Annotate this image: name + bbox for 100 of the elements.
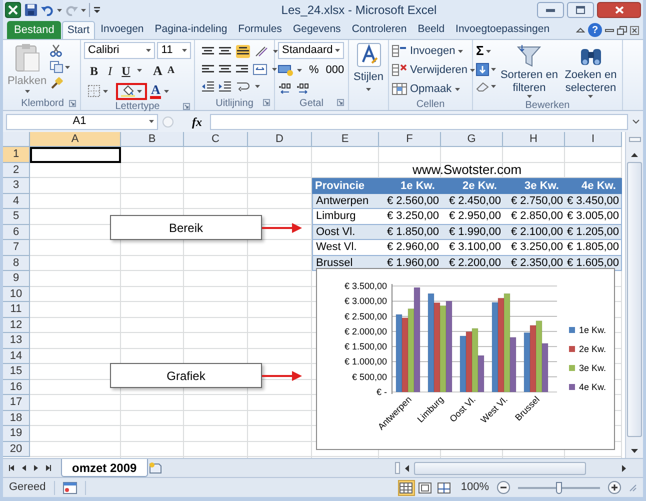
- ribbon-tab[interactable]: Formules: [233, 21, 287, 39]
- sort-filter-button[interactable]: Sorteren en filteren: [500, 43, 558, 98]
- status-text: Gereed: [9, 480, 46, 496]
- group-label: Getal: [300, 96, 324, 110]
- group-label: Uitlijning: [216, 96, 254, 110]
- ribbon-tab[interactable]: Controleren: [346, 21, 412, 39]
- axis-label: € 2.000,00: [344, 326, 387, 336]
- number-format-dropdown[interactable]: Standaard: [278, 42, 344, 59]
- autosum-button[interactable]: Σ: [476, 44, 484, 58]
- table-cell: € 2.750,00: [503, 194, 565, 209]
- row-header[interactable]: 4: [3, 194, 30, 209]
- row-header[interactable]: 11: [3, 302, 30, 318]
- row-header[interactable]: 9: [3, 271, 30, 286]
- sheet-tab[interactable]: omzet 2009: [61, 459, 148, 477]
- cells-menu-button[interactable]: Invoegen: [392, 43, 469, 59]
- group-label: Lettertype: [115, 100, 160, 114]
- name-box[interactable]: A1: [6, 114, 158, 130]
- ribbon-tab[interactable]: Invoegen: [96, 21, 149, 39]
- ribbon-tab[interactable]: Beeld: [412, 21, 450, 39]
- table-header-cell: Provincie: [312, 178, 379, 194]
- row-header[interactable]: 10: [3, 286, 30, 302]
- legend-label: 4e Kw.: [579, 382, 606, 392]
- row-header[interactable]: 18: [3, 410, 30, 426]
- row-header[interactable]: 17: [3, 395, 30, 410]
- axis-label: € 1.000,00: [344, 356, 387, 367]
- row-header[interactable]: 19: [3, 426, 30, 442]
- column-header[interactable]: I: [565, 132, 622, 147]
- column-header[interactable]: B: [121, 132, 184, 147]
- callout-box: Bereik: [110, 215, 262, 240]
- thousands-button[interactable]: 000: [326, 62, 344, 78]
- column-header[interactable]: E: [312, 132, 379, 147]
- row-header[interactable]: 2: [3, 162, 30, 178]
- ribbon-tab[interactable]: Invoegtoepassingen: [450, 21, 555, 39]
- legend-label: 1e Kw.: [579, 325, 606, 335]
- column-header[interactable]: D: [248, 132, 312, 147]
- column-header[interactable]: C: [184, 132, 248, 147]
- table-header-cell: 3e Kw.: [503, 178, 565, 194]
- row-header[interactable]: 13: [3, 333, 30, 348]
- table-cell: € 2.450,00: [441, 194, 503, 209]
- shrink-font-button[interactable]: A: [167, 63, 175, 78]
- table-cell: € 2.950,00: [441, 209, 503, 224]
- group-label: Cellen: [416, 98, 445, 112]
- table-header-cell: 4e Kw.: [565, 178, 622, 194]
- table-header-cell: 2e Kw.: [441, 178, 503, 194]
- table-cell: Antwerpen: [312, 194, 379, 209]
- axis-label: € 3.500,00: [344, 281, 387, 291]
- column-header[interactable]: F: [379, 132, 441, 147]
- row-header[interactable]: 6: [3, 224, 30, 240]
- bold-button[interactable]: B: [88, 62, 100, 80]
- row-header[interactable]: 14: [3, 348, 30, 364]
- table-cell: West Vl.: [312, 240, 379, 256]
- legend-label: 3e Kw.: [579, 363, 606, 373]
- italic-button[interactable]: I: [105, 62, 115, 80]
- find-select-button[interactable]: Zoeken en selecteren: [562, 43, 619, 98]
- styles-button[interactable]: Stijlen: [352, 40, 385, 90]
- column-header[interactable]: A: [30, 132, 121, 147]
- row-header[interactable]: 12: [3, 318, 30, 333]
- column-header[interactable]: G: [441, 132, 503, 147]
- help-button[interactable]: ?: [588, 23, 602, 37]
- axis-label: € 2.500,00: [344, 311, 387, 322]
- zoom-level: 100%: [460, 480, 489, 496]
- axis-label: € 1.500,00: [344, 342, 387, 352]
- row-header[interactable]: 7: [3, 240, 30, 256]
- row-header[interactable]: 3: [3, 178, 30, 194]
- axis-label: € -: [376, 387, 387, 397]
- row-header[interactable]: 20: [3, 442, 30, 457]
- font-size-dropdown[interactable]: 11: [157, 42, 191, 59]
- legend-label: 2e Kw.: [579, 344, 606, 354]
- row-header[interactable]: 8: [3, 256, 30, 271]
- table-cell: € 3.005,00: [565, 209, 622, 224]
- table-cell: € 1.990,00: [441, 224, 503, 240]
- column-header[interactable]: H: [503, 132, 565, 147]
- percent-button[interactable]: %: [309, 62, 319, 78]
- ribbon-tab[interactable]: Pagina-indeling: [150, 21, 232, 39]
- row-header[interactable]: 15: [3, 364, 30, 380]
- cells-menu-button[interactable]: Opmaak: [392, 81, 469, 97]
- insert-function-button[interactable]: fx: [192, 112, 202, 130]
- group-label: Bewerken: [525, 98, 570, 112]
- ribbon-tab[interactable]: Start: [62, 21, 95, 39]
- cells-menu-button[interactable]: Verwijderen: [392, 62, 469, 78]
- row-header[interactable]: 16: [3, 380, 30, 395]
- table-cell: Limburg: [312, 209, 379, 224]
- table-cell: € 3.100,00: [441, 240, 503, 256]
- table-header-cell: 1e Kw.: [379, 178, 441, 194]
- underline-button[interactable]: U: [120, 62, 132, 80]
- table-cell: € 3.450,00: [565, 194, 622, 209]
- axis-label: € 3.000,00: [344, 296, 387, 306]
- row-header[interactable]: 1: [3, 147, 30, 162]
- website-text: www.Swotster.com: [412, 162, 522, 177]
- window-title: Les_24.xlsx - Microsoft Excel: [280, 2, 438, 19]
- file-tab[interactable]: Bestand: [7, 21, 62, 39]
- table-cell: Oost Vl.: [312, 224, 379, 240]
- table-cell: € 2.560,00: [379, 194, 441, 209]
- font-name-dropdown[interactable]: Calibri: [84, 42, 156, 59]
- ribbon-tab[interactable]: Gegevens: [288, 21, 346, 39]
- grow-font-button[interactable]: A: [153, 61, 162, 80]
- font-color-button[interactable]: A: [150, 83, 162, 99]
- row-header[interactable]: 5: [3, 209, 30, 224]
- table-cell: € 1.805,00: [565, 240, 622, 256]
- table-cell: € 2.850,00: [503, 209, 565, 224]
